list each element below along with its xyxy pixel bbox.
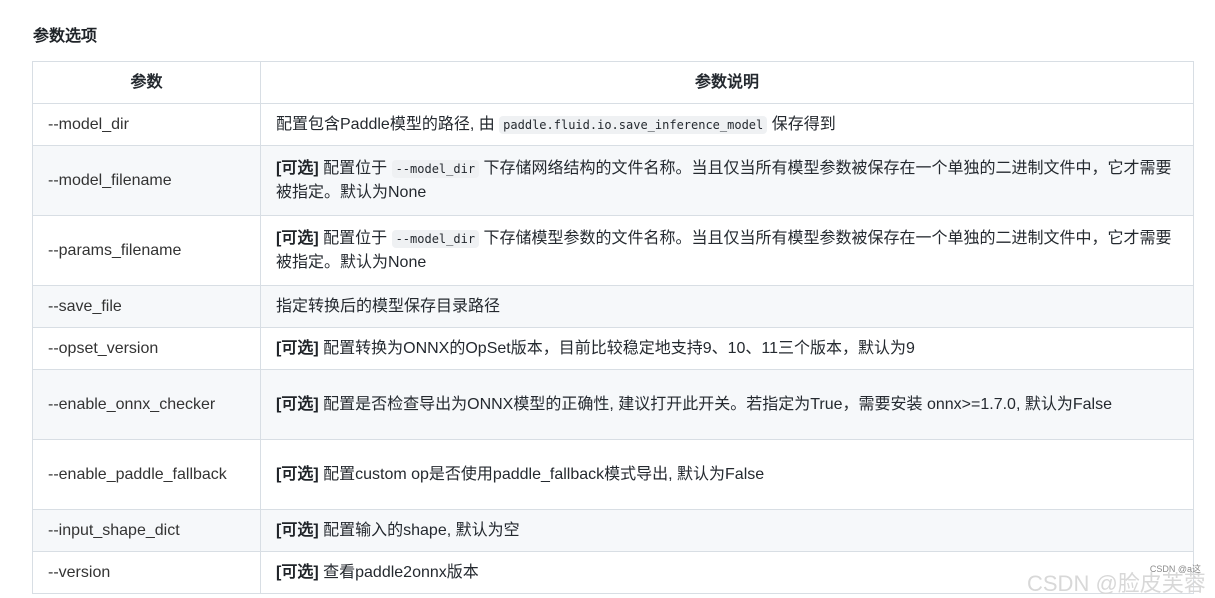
- optional-tag: [可选]: [276, 395, 319, 413]
- table-row: --model_filename [可选] 配置位于 --model_dir 下…: [32, 145, 1194, 216]
- optional-tag: [可选]: [276, 521, 319, 539]
- params-table-container: 参数 参数说明 --model_dir 配置包含Paddle模型的路径, 由 p…: [32, 61, 1194, 594]
- param-description: [可选] 配置位于 --model_dir 下存储网络结构的文件名称。当且仅当所…: [260, 145, 1194, 216]
- param-name: --model_filename: [32, 145, 261, 216]
- description-text: 配置是否检查导出为ONNX模型的正确性, 建议打开此开关。若指定为True，需要…: [318, 395, 1112, 413]
- inline-code: paddle.fluid.io.save_inference_model: [499, 115, 768, 134]
- description-text: 配置输入的shape, 默认为空: [318, 521, 520, 539]
- param-name: --params_filename: [32, 215, 261, 286]
- description-text: 保存得到: [767, 115, 836, 133]
- param-name: --version: [32, 551, 261, 594]
- description-text: 配置转换为ONNX的OpSet版本，目前比较稳定地支持9、10、11三个版本，默…: [318, 339, 915, 357]
- header-param: 参数: [32, 61, 261, 104]
- param-description: [可选] 配置位于 --model_dir 下存储模型参数的文件名称。当且仅当所…: [260, 215, 1194, 286]
- optional-tag: [可选]: [276, 159, 319, 177]
- table-row: --enable_paddle_fallback [可选] 配置custom o…: [32, 439, 1194, 510]
- param-name: --input_shape_dict: [32, 509, 261, 552]
- param-name: --model_dir: [32, 103, 261, 146]
- table-header-row: 参数 参数说明: [32, 61, 1194, 104]
- param-description: [可选] 配置custom op是否使用paddle_fallback模式导出,…: [260, 439, 1194, 510]
- param-name: --enable_paddle_fallback: [32, 439, 261, 510]
- optional-tag: [可选]: [276, 465, 319, 483]
- description-text: 查看paddle2onnx版本: [318, 563, 479, 581]
- inline-code: --model_dir: [391, 229, 480, 248]
- table-row: --input_shape_dict [可选] 配置输入的shape, 默认为空: [32, 509, 1194, 552]
- section-title: 参数选项: [33, 28, 98, 45]
- param-description: 指定转换后的模型保存目录路径: [260, 285, 1194, 328]
- header-description: 参数说明: [260, 61, 1194, 104]
- params-table: 参数 参数说明 --model_dir 配置包含Paddle模型的路径, 由 p…: [32, 61, 1194, 594]
- param-description: 配置包含Paddle模型的路径, 由 paddle.fluid.io.save_…: [260, 103, 1194, 146]
- description-text: 配置包含Paddle模型的路径, 由: [276, 115, 500, 133]
- param-description: [可选] 配置输入的shape, 默认为空: [260, 509, 1194, 552]
- param-description: [可选] 配置转换为ONNX的OpSet版本，目前比较稳定地支持9、10、11三…: [260, 327, 1194, 370]
- optional-tag: [可选]: [276, 563, 319, 581]
- param-name: --save_file: [32, 285, 261, 328]
- param-name: --enable_onnx_checker: [32, 369, 261, 440]
- watermark-small: CSDN @a这: [1149, 564, 1201, 574]
- description-text: 配置位于: [318, 159, 392, 177]
- table-row: --model_dir 配置包含Paddle模型的路径, 由 paddle.fl…: [32, 103, 1194, 146]
- optional-tag: [可选]: [276, 339, 319, 357]
- table-row: --version [可选] 查看paddle2onnx版本: [32, 551, 1194, 594]
- table-row: --opset_version [可选] 配置转换为ONNX的OpSet版本，目…: [32, 327, 1194, 370]
- description-text: 指定转换后的模型保存目录路径: [276, 297, 501, 315]
- param-name: --opset_version: [32, 327, 261, 370]
- description-text: 配置custom op是否使用paddle_fallback模式导出, 默认为F…: [318, 465, 765, 483]
- description-text: 配置位于: [318, 229, 392, 247]
- table-row: --params_filename [可选] 配置位于 --model_dir …: [32, 215, 1194, 286]
- inline-code: --model_dir: [391, 159, 480, 178]
- param-description: [可选] 配置是否检查导出为ONNX模型的正确性, 建议打开此开关。若指定为Tr…: [260, 369, 1194, 440]
- optional-tag: [可选]: [276, 229, 319, 247]
- table-row: --enable_onnx_checker [可选] 配置是否检查导出为ONNX…: [32, 369, 1194, 440]
- table-row: --save_file 指定转换后的模型保存目录路径: [32, 285, 1194, 328]
